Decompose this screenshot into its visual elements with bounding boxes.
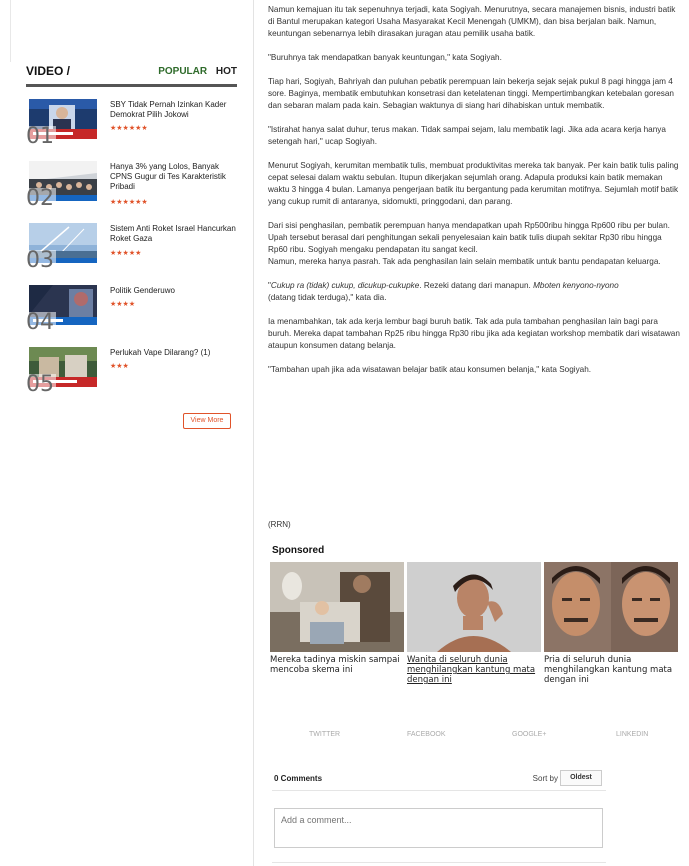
javanese-quote: Mboten kenyono-nyono <box>533 281 619 290</box>
view-more-button[interactable]: View More <box>183 413 231 429</box>
video-title[interactable]: Politik Genderuwo <box>110 286 236 296</box>
sponsored-image[interactable] <box>544 562 678 652</box>
tab-popular[interactable]: POPULAR <box>158 66 207 77</box>
video-list: 01 SBY Tidak Pernah Izinkan Kader Demokr… <box>26 99 237 409</box>
video-title[interactable]: SBY Tidak Pernah Izinkan Kader Demokrat … <box>110 100 236 120</box>
sponsored-image[interactable] <box>270 562 404 652</box>
share-googleplus[interactable]: GOOGLE+ <box>512 731 546 738</box>
article-body: Namun kemajuan itu tak sepenuhnya terjad… <box>268 4 680 388</box>
woman-portrait-photo <box>407 562 541 652</box>
share-twitter[interactable]: TWITTER <box>309 731 340 738</box>
airplane-photo <box>270 562 404 652</box>
video-title[interactable]: Perlukah Vape Dilarang? (1) <box>110 348 236 358</box>
article-paragraph: Menurut Sogiyah, kerumitan membatik tuli… <box>268 161 679 206</box>
sponsored-card[interactable]: Pria di seluruh dunia menghilangkan kant… <box>544 562 678 685</box>
sponsored-caption[interactable]: Mereka tadinya miskin sampai mencoba ske… <box>270 655 404 675</box>
sidebar-tabs: POPULAR HOT <box>152 66 237 77</box>
bottom-divider <box>272 862 606 863</box>
article-paragraph: Tiap hari, Sogiyah, Bahriyah dan puluhan… <box>268 77 674 110</box>
sponsored-card[interactable]: Wanita di seluruh dunia menghilangkan ka… <box>407 562 541 685</box>
column-divider <box>253 0 254 866</box>
article-paragraph: Ia menambahkan, tak ada kerja lembur bag… <box>268 317 680 350</box>
rating-stars: ★★★★★★ <box>110 199 148 206</box>
sponsored-card[interactable]: Mereka tadinya miskin sampai mencoba ske… <box>270 562 404 675</box>
sponsored-title: Sponsored <box>272 545 325 556</box>
quote-text: (datang tidak terduga)," kata dia. <box>268 293 387 302</box>
rating-stars: ★★★★ <box>110 301 136 308</box>
video-rank: 04 <box>26 310 56 335</box>
article-source: (RRN) <box>268 520 291 529</box>
share-linkedin[interactable]: LINKEDIN <box>616 731 648 738</box>
video-item[interactable]: 05 Perlukah Vape Dilarang? (1) ★★★ <box>26 347 237 409</box>
sponsored-caption[interactable]: Pria di seluruh dunia menghilangkan kant… <box>544 655 678 685</box>
article-paragraph: "Buruhnya tak mendapatkan banyak keuntun… <box>268 53 502 62</box>
video-rank: 03 <box>26 248 56 273</box>
sort-label: Sort by <box>532 774 558 783</box>
rating-stars: ★★★★★★ <box>110 125 148 132</box>
video-sidebar: VIDEO / POPULAR HOT 01 SBY Tidak Pernah <box>26 64 237 409</box>
video-rank: 02 <box>26 186 56 211</box>
video-rank: 05 <box>26 372 56 397</box>
video-rank: 01 <box>26 124 56 149</box>
tab-hot[interactable]: HOT <box>216 66 237 77</box>
sidebar-title: VIDEO / <box>26 64 71 78</box>
rating-stars: ★★★ <box>110 363 129 370</box>
comment-input[interactable] <box>274 808 603 848</box>
sponsored-caption[interactable]: Wanita di seluruh dunia menghilangkan ka… <box>407 655 541 685</box>
article-paragraph-quote: "Cukup ra (tidak) cukup, dicukup-cukupke… <box>268 280 680 304</box>
quote-text: . Rezeki datang dari manapun. <box>419 281 534 290</box>
article-paragraph: "Istirahat hanya salat duhur, terus maka… <box>268 125 666 146</box>
sidebar-header: VIDEO / POPULAR HOT <box>26 64 237 87</box>
article-paragraph: Dari sisi penghasilan, pembatik perempua… <box>268 221 670 266</box>
article-paragraph: Namun kemajuan itu tak sepenuhnya terjad… <box>268 5 676 38</box>
article-paragraph: "Tambahan upah jika ada wisatawan belaja… <box>268 365 592 374</box>
javanese-quote: Cukup ra (tidak) cukup, dicukup-cukupke <box>270 281 420 290</box>
top-divider <box>10 0 11 62</box>
sponsored-image[interactable] <box>407 562 541 652</box>
comments-header: 0 Comments Sort by Oldest <box>272 768 606 791</box>
video-item[interactable]: 02 Hanya 3% yang Lolos, Banyak CPNS Gugu… <box>26 161 237 223</box>
share-facebook[interactable]: FACEBOOK <box>407 731 446 738</box>
video-item[interactable]: 01 SBY Tidak Pernah Izinkan Kader Demokr… <box>26 99 237 161</box>
video-item[interactable]: 03 Sistem Anti Roket Israel Hancurkan Ro… <box>26 223 237 285</box>
men-faces-photo <box>544 562 678 652</box>
sort-select[interactable]: Oldest <box>560 770 602 786</box>
video-item[interactable]: 04 Politik Genderuwo ★★★★ <box>26 285 237 347</box>
rating-stars: ★★★★★ <box>110 250 142 257</box>
video-title[interactable]: Hanya 3% yang Lolos, Banyak CPNS Gugur d… <box>110 162 236 192</box>
comments-count: 0 Comments <box>274 774 323 783</box>
video-title[interactable]: Sistem Anti Roket Israel Hancurkan Roket… <box>110 224 236 244</box>
